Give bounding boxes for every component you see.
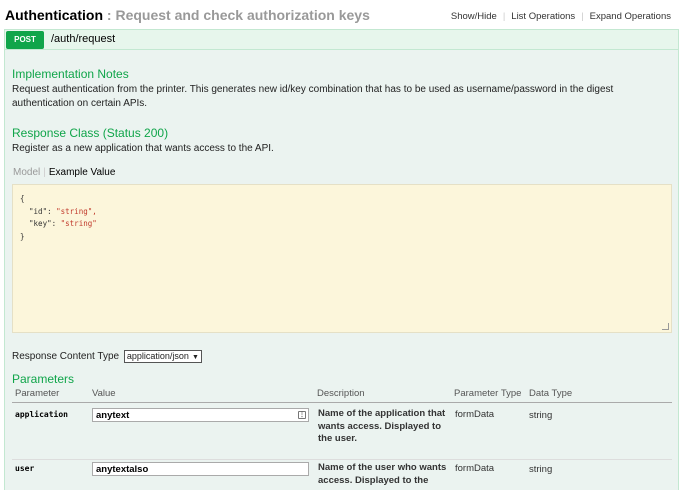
data-type-user: string — [529, 464, 553, 475]
user-input[interactable]: anytextalso — [92, 462, 309, 476]
response-class-text: Register as a new application that wants… — [12, 143, 274, 154]
operation-heading[interactable]: POST /auth/request — [5, 30, 678, 50]
divider: | — [581, 11, 584, 22]
tab-model[interactable]: Model — [13, 167, 40, 178]
content-type-selected: application/json — [126, 351, 189, 361]
model-tabs: Model | Example Value — [13, 167, 115, 178]
tab-divider: | — [43, 167, 46, 178]
json-key-id: "id": — [20, 206, 57, 216]
content-type-select[interactable]: application/json ▼ — [123, 350, 202, 363]
response-content-type-label: Response Content Type — [12, 351, 120, 363]
resource-name[interactable]: Authentication — [5, 7, 103, 23]
row-divider — [12, 459, 672, 460]
list-operations-link[interactable]: List Operations — [511, 11, 575, 22]
implementation-notes-text: Request authentication from the printer.… — [12, 84, 614, 109]
json-key-key: "key": — [20, 219, 61, 228]
json-line: { — [20, 194, 25, 203]
param-type-application: formData — [455, 409, 495, 420]
column-header-value: Value — [92, 388, 116, 399]
response-class-heading: Response Class (Status 200) — [12, 126, 169, 140]
divider: | — [502, 11, 506, 22]
operation-panel: POST /auth/request Implementation Notes … — [4, 29, 679, 490]
autofill-icon[interactable]: ⋮ — [298, 411, 306, 419]
show-hide-link[interactable]: Show/Hide — [451, 11, 497, 22]
json-value-id: "string", — [56, 206, 97, 216]
column-header-parameter: Parameter — [15, 388, 60, 399]
column-header-data-type: Data Type — [529, 388, 573, 399]
param-name-user: user — [15, 464, 35, 473]
expand-operations-link[interactable]: Expand Operations — [590, 11, 671, 22]
implementation-notes-heading: Implementation Notes — [12, 67, 129, 81]
tab-example-value[interactable]: Example Value — [49, 167, 116, 178]
json-line: } — [20, 231, 25, 241]
chevron-down-icon: ▼ — [191, 354, 199, 361]
data-type-application: string — [529, 410, 553, 421]
user-input-value: anytextalso — [96, 464, 149, 475]
column-header-description: Description — [317, 388, 365, 399]
column-header-parameter-type: Parameter Type — [454, 388, 522, 399]
application-input[interactable]: anytext ⋮ — [92, 408, 309, 422]
resource-separator: : — [106, 7, 112, 23]
parameters-heading: Parameters — [12, 372, 75, 386]
param-type-user: formData — [455, 463, 495, 474]
json-value-key: "string" — [60, 219, 97, 228]
resize-handle-icon[interactable] — [662, 323, 669, 330]
resource-header: Authentication : Request and check autho… — [0, 0, 683, 30]
method-badge[interactable]: POST — [6, 31, 44, 49]
resource-description: Request and check authorization keys — [115, 7, 370, 23]
json-line: "id": "string", — [20, 206, 664, 219]
param-name-application: application — [15, 410, 68, 419]
param-description-application: Name of the application that wants acces… — [318, 408, 446, 444]
resource-title[interactable]: Authentication : Request and check autho… — [5, 7, 370, 23]
json-line: "key": "string" — [20, 218, 664, 231]
table-header-divider — [12, 402, 672, 403]
example-value-box[interactable]: { "id": "string", "key": "string" } — [12, 184, 672, 333]
param-description-user: Name of the user who wants access. Displ… — [318, 462, 447, 490]
operation-path[interactable]: /auth/request — [51, 33, 115, 45]
application-input-value: anytext — [96, 410, 130, 421]
response-content-type: Response Content Type application/json ▼ — [12, 350, 202, 363]
resource-operations-links: Show/Hide | List Operations | Expand Operati… — [451, 11, 671, 22]
